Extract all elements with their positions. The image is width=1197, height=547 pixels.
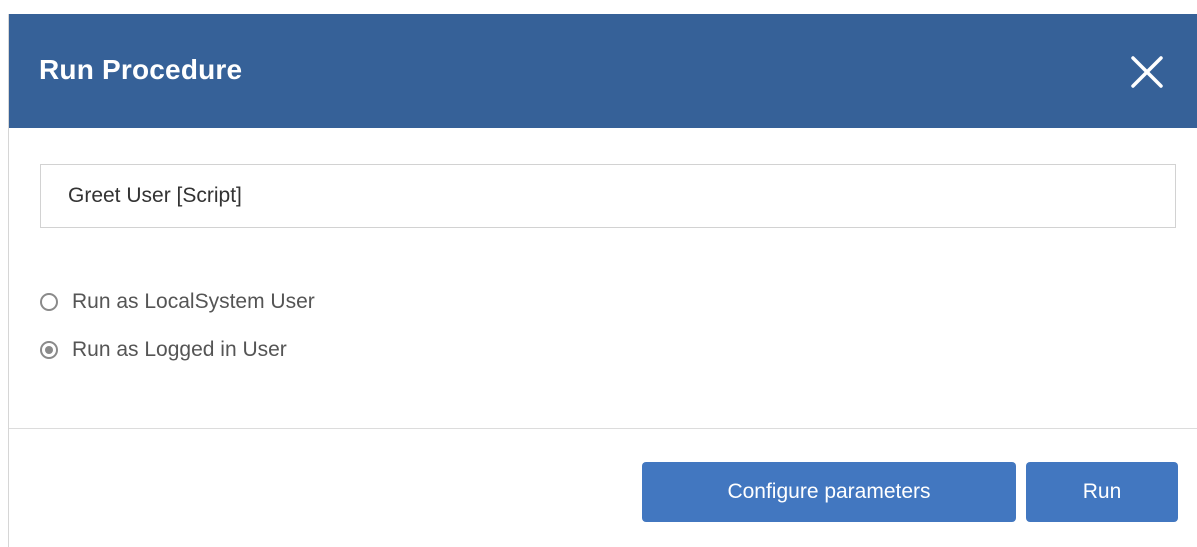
close-icon [1131, 56, 1163, 88]
dialog-header: Run Procedure [9, 14, 1197, 128]
radio-button-unchecked[interactable] [40, 293, 58, 311]
dialog-title: Run Procedure [39, 54, 243, 85]
radio-label-localsystem: Run as LocalSystem User [72, 290, 315, 313]
run-procedure-dialog: Run Procedure Greet User [Script] Run as… [8, 14, 1197, 547]
close-button[interactable] [1127, 52, 1167, 92]
radio-label-logged-in: Run as Logged in User [72, 338, 287, 361]
footer-divider [9, 428, 1197, 429]
radio-run-as-logged-in[interactable]: Run as Logged in User [40, 338, 287, 362]
radio-button-checked[interactable] [40, 341, 58, 359]
radio-run-as-localsystem[interactable]: Run as LocalSystem User [40, 290, 315, 314]
dialog-body: Greet User [Script] Run as LocalSystem U… [9, 128, 1197, 428]
configure-parameters-button[interactable]: Configure parameters [642, 462, 1016, 522]
procedure-field[interactable]: Greet User [Script] [40, 164, 1176, 228]
run-button[interactable]: Run [1026, 462, 1178, 522]
